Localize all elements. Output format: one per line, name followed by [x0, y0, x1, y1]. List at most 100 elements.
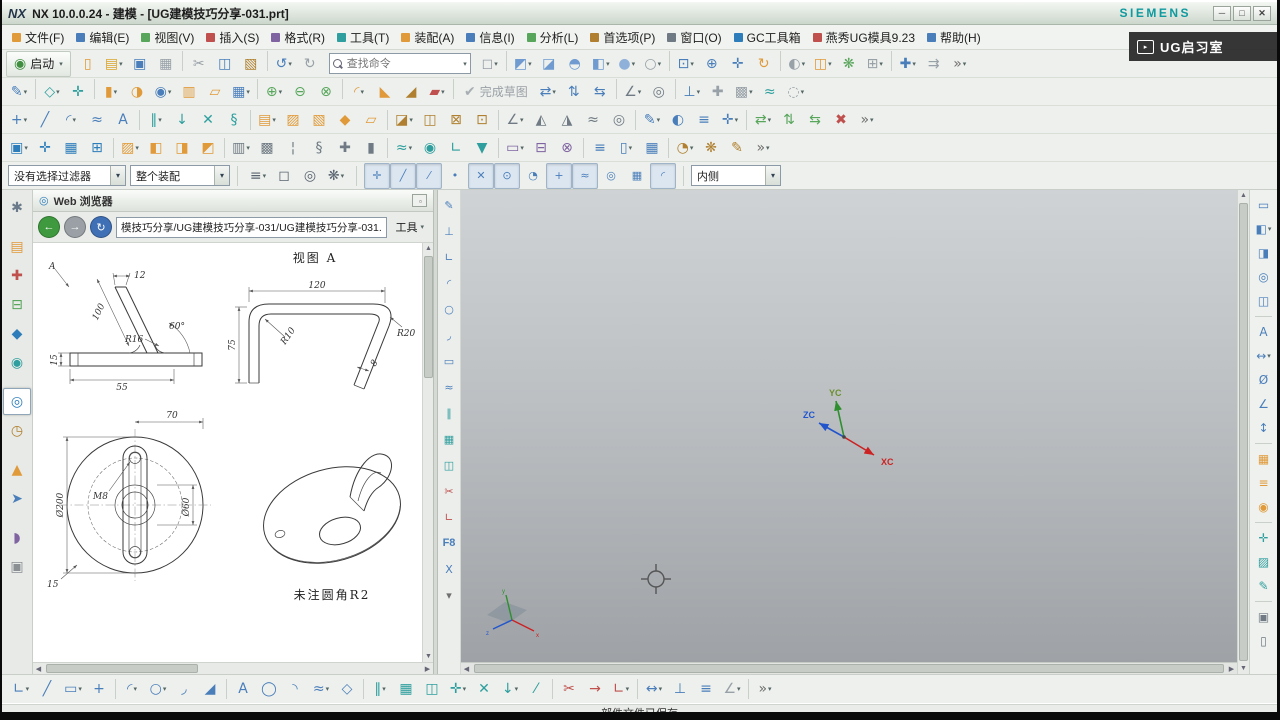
balloon-icon[interactable]: ◉ [1251, 495, 1277, 519]
viewport-vertical-scrollbar[interactable]: ▲ ▼ [1237, 190, 1249, 674]
arc-icon[interactable]: ◜ ▾ [58, 107, 84, 133]
find-component-icon[interactable]: ◎ [297, 163, 323, 189]
datum-plane-icon[interactable]: ◇ ▾ [39, 79, 65, 105]
mold-csys-icon[interactable]: ✛ [32, 135, 58, 161]
helix-icon[interactable]: § [221, 107, 247, 133]
circle-flyout-icon[interactable]: ○ [436, 298, 462, 320]
sketch-rectangle-icon[interactable]: ▭ ▾ [60, 676, 86, 702]
sew-icon[interactable]: ⊠ [443, 107, 469, 133]
scroll-up-icon[interactable]: ▲ [423, 243, 433, 254]
sketch-line-icon[interactable]: ╱ [34, 676, 60, 702]
roles-icon[interactable]: ◗ [3, 524, 31, 551]
url-input[interactable] [117, 221, 387, 233]
maximize-button[interactable]: □ [1233, 5, 1251, 21]
snap-intersection-icon[interactable]: ✕ [468, 162, 494, 189]
guide-pin-icon[interactable]: ▮ [358, 135, 384, 161]
rectangle-flyout-icon[interactable]: ▭ [436, 350, 462, 372]
scroll-right-icon[interactable]: ▶ [1226, 663, 1237, 674]
insert-design-icon[interactable]: ◩ [195, 135, 221, 161]
gear-icon[interactable]: ✱ [3, 194, 31, 221]
scroll-left-icon[interactable]: ◀ [33, 663, 44, 674]
ejector-pin-icon[interactable]: ¦ [280, 135, 306, 161]
sketch-ellipse-icon[interactable]: ◯ [256, 676, 282, 702]
show-hide-2-icon[interactable]: ◐ [665, 107, 691, 133]
snap-midpoint-icon[interactable]: ⁄ [416, 162, 442, 189]
curvature-graph-icon[interactable]: ≈ [580, 107, 606, 133]
project-curve-2-icon[interactable]: ↓ ▾ [497, 676, 523, 702]
highlight-related-icon[interactable]: ❋ ▾ [323, 163, 349, 189]
assembly-sequence-icon[interactable]: ⇉ [921, 51, 947, 77]
derived-line-icon[interactable]: ⁄ [523, 676, 549, 702]
undo-icon[interactable]: ↺ ▾ [271, 51, 297, 77]
quick-trim-icon[interactable]: ✂ [556, 676, 582, 702]
sketch-spline-icon[interactable]: ≈ ▾ [308, 676, 334, 702]
rapid-dimension-icon[interactable]: ↔ ▾ [641, 676, 667, 702]
view-top-icon[interactable]: ◓ [562, 51, 588, 77]
intersection-curve-2-icon[interactable]: ✕ [471, 676, 497, 702]
history-icon[interactable]: ◷ [3, 417, 31, 444]
quick-extend-icon[interactable]: → [582, 676, 608, 702]
more-row3-icon[interactable]: » ▾ [854, 107, 880, 133]
window-layout-icon[interactable]: ⊞ ▾ [862, 51, 888, 77]
more-lefttools-icon[interactable]: ▾ [436, 584, 462, 606]
intersection-curve-icon[interactable]: ✕ [195, 107, 221, 133]
drafting-new-sheet-icon[interactable]: ▭ [1251, 193, 1277, 217]
chevron-down-icon[interactable]: ▾ [463, 60, 467, 68]
reuse-library-icon[interactable]: ◆ [3, 320, 31, 347]
menu-yanxiu-mold[interactable]: 燕秀UG模具9.23 [807, 27, 921, 48]
panel-horizontal-scrollbar[interactable]: ◀ ▶ [33, 662, 433, 674]
make-corner-icon[interactable]: ∟ ▾ [608, 676, 634, 702]
sketch-circle-icon[interactable]: ○ ▾ [145, 676, 171, 702]
part-navigator-icon[interactable]: ⊟ [3, 291, 31, 318]
close-button[interactable]: ✕ [1253, 5, 1271, 21]
mold-wizard-icon[interactable]: ▣ ▾ [6, 135, 32, 161]
sketch-arc-icon[interactable]: ◜ ▾ [119, 676, 145, 702]
project-curve-icon[interactable]: ↓ [169, 107, 195, 133]
intersect-icon[interactable]: ⊗ [313, 79, 339, 105]
scroll-thumb[interactable] [474, 664, 1224, 673]
menu-preferences[interactable]: 首选项(P) [584, 27, 661, 48]
print-icon[interactable]: ▦ [153, 51, 179, 77]
bounded-plane-icon[interactable]: ▱ [358, 107, 384, 133]
menu-tools[interactable]: 工具(T) [331, 27, 395, 48]
edit-object-display-icon[interactable]: ✎ ▾ [639, 107, 665, 133]
rib-icon[interactable]: ▥ [176, 79, 202, 105]
gate-design-icon[interactable]: ◉ [417, 135, 443, 161]
more-bottom-icon[interactable]: » ▾ [752, 676, 778, 702]
zoom-icon[interactable]: ⊕ [699, 51, 725, 77]
scroll-thumb[interactable] [424, 256, 433, 378]
sketch-curve-toolbar-icon[interactable]: ✎ [436, 194, 462, 216]
offset-curve-2-icon[interactable]: ∥ ▾ [367, 676, 393, 702]
menu-window[interactable]: 窗口(O) [661, 27, 727, 48]
section-view-icon[interactable]: ◫ ▾ [810, 51, 836, 77]
intersection-point-icon[interactable]: ✛ ▾ [445, 676, 471, 702]
unite-icon[interactable]: ⊕ ▾ [261, 79, 287, 105]
sketch-fillet-icon[interactable]: ◞ [171, 676, 197, 702]
datum-csys[interactable]: x y z [479, 585, 549, 640]
profile-flyout-icon[interactable]: ∟ [436, 246, 462, 268]
menu-format[interactable]: 格式(R) [265, 27, 331, 48]
screw-icon[interactable]: ✚ [332, 135, 358, 161]
assembly-navigator-icon[interactable]: ▤ [3, 233, 31, 260]
snap-endpoint-icon[interactable]: ╱ [390, 162, 416, 189]
selection-filter-combo[interactable]: 没有选择过滤器 ▾ [8, 165, 126, 186]
cooling-channel-icon[interactable]: ≈ ▾ [391, 135, 417, 161]
graphics-viewport[interactable]: XC YC ZC x y z ◀ ▶ [461, 190, 1237, 674]
wave-geometry-linker-icon[interactable]: ≈ [757, 79, 783, 105]
select-scope-icon[interactable]: ◻ [271, 163, 297, 189]
side-combo[interactable]: 内侧 ▾ [691, 165, 781, 186]
scroll-down-icon[interactable]: ▼ [1238, 663, 1249, 674]
revolve-icon[interactable]: ◑ [124, 79, 150, 105]
runner-icon[interactable]: ∟ [443, 135, 469, 161]
wcs-triad[interactable]: XC YC ZC [799, 385, 909, 480]
move-component-icon[interactable]: ✚ ▾ [895, 51, 921, 77]
move-component-2-icon[interactable]: ✚ [705, 79, 731, 105]
menu-help[interactable]: 帮助(H) [921, 27, 987, 48]
copy-icon[interactable]: ◫ [212, 51, 238, 77]
menu-view[interactable]: 视图(V) [135, 27, 200, 48]
back-button[interactable]: ← [38, 216, 60, 238]
touch-mode-icon[interactable]: ◻ ▾ [477, 51, 503, 77]
menu-edit[interactable]: 编辑(E) [70, 27, 135, 48]
snap-point-on-face-icon[interactable]: ◎ [598, 163, 624, 189]
mirror-curve-icon[interactable]: ◫ [419, 676, 445, 702]
